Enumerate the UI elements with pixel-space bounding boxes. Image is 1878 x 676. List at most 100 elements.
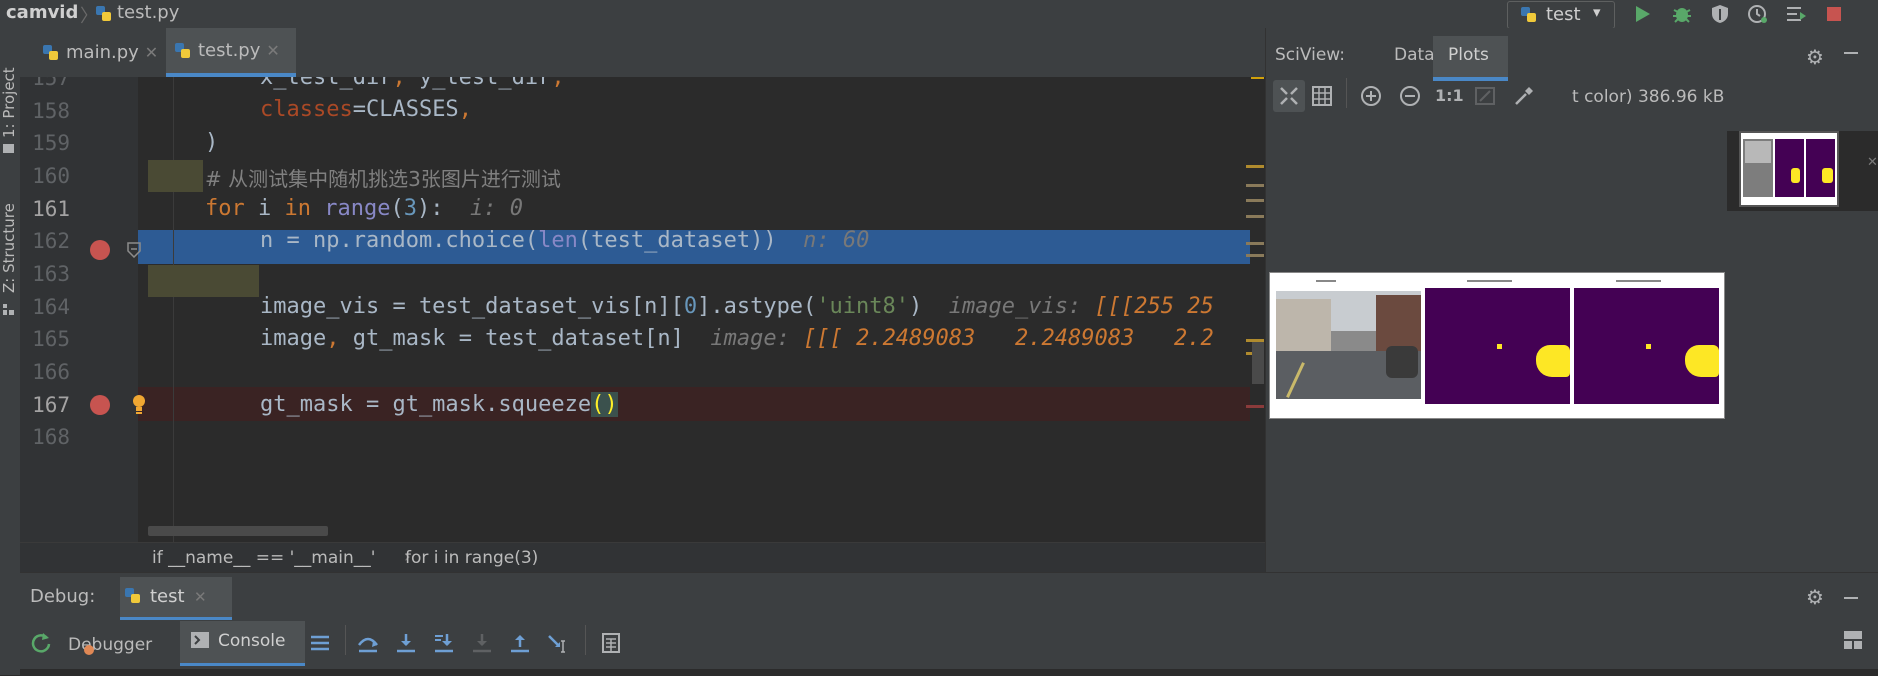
stop-icon[interactable] bbox=[1823, 3, 1847, 25]
line-number: 167 bbox=[32, 393, 70, 417]
tab-plots[interactable]: Plots bbox=[1433, 36, 1508, 81]
line-number: 157 bbox=[32, 77, 70, 90]
project-tool-tab[interactable]: 1: Project bbox=[0, 67, 18, 138]
fit-icon bbox=[1280, 87, 1298, 105]
close-icon[interactable]: ✕ bbox=[145, 43, 158, 62]
line-number: 158 bbox=[32, 99, 70, 123]
matched-brace: () bbox=[591, 392, 618, 417]
tab-debugger[interactable]: Debugger bbox=[68, 635, 152, 655]
line-number: 166 bbox=[32, 360, 70, 384]
profile-icon[interactable] bbox=[1746, 3, 1770, 25]
line-number: 165 bbox=[32, 327, 70, 351]
debug-session-tab[interactable]: test ✕ bbox=[120, 577, 232, 620]
threads-icon[interactable] bbox=[309, 633, 331, 657]
background-icon bbox=[1474, 85, 1496, 111]
run-icon[interactable] bbox=[1631, 3, 1655, 25]
minimize-icon[interactable] bbox=[1844, 597, 1858, 599]
run-with-coverage-icon[interactable] bbox=[1708, 3, 1732, 25]
run-configuration-label: test bbox=[1546, 4, 1581, 25]
console-icon bbox=[190, 631, 210, 653]
scope-marker bbox=[148, 265, 259, 297]
code-line-167: gt_mask = gt_mask.squeeze() bbox=[260, 392, 618, 417]
actual-size-button[interactable]: 1:1 bbox=[1435, 86, 1464, 105]
fold-icon[interactable] bbox=[127, 242, 141, 262]
lightbulb-icon[interactable] bbox=[131, 394, 147, 418]
line-number: 168 bbox=[32, 425, 70, 449]
horizontal-scrollbar[interactable] bbox=[148, 526, 328, 536]
force-step-into-icon bbox=[471, 633, 493, 657]
step-over-icon[interactable] bbox=[357, 633, 379, 657]
debug-icon[interactable] bbox=[1670, 3, 1694, 25]
tab-label: test.py bbox=[198, 40, 261, 61]
editor-tab-bar: main.py ✕ test.py ✕ bbox=[20, 28, 1265, 77]
structure-tool-tab[interactable]: Z: Structure bbox=[0, 203, 18, 293]
close-icon[interactable]: ✕ bbox=[266, 41, 279, 60]
tab-main-py[interactable]: main.py ✕ bbox=[34, 28, 174, 77]
error-stripe bbox=[1246, 77, 1265, 542]
python-file-icon bbox=[174, 42, 192, 60]
gear-icon[interactable]: ⚙ bbox=[1806, 585, 1824, 609]
python-file-icon bbox=[42, 44, 60, 62]
breakpoint-icon[interactable] bbox=[90, 240, 110, 260]
python-file-icon bbox=[95, 5, 113, 27]
line-number: 162 bbox=[32, 229, 70, 253]
run-configuration-select[interactable]: test ▾ bbox=[1507, 1, 1615, 29]
line-number: 163 bbox=[32, 262, 70, 286]
zoom-in-icon[interactable] bbox=[1360, 85, 1382, 111]
breadcrumb-item[interactable]: if __name__ == '__main__' bbox=[152, 548, 375, 568]
concurrency-diagram-icon[interactable] bbox=[1784, 3, 1808, 25]
step-out-icon[interactable] bbox=[509, 633, 531, 657]
tab-label: Plots bbox=[1448, 45, 1489, 65]
inline-debug-value: n: 60 bbox=[803, 228, 870, 253]
breakpoint-icon[interactable] bbox=[90, 395, 110, 415]
nav-project-crumb[interactable]: camvid bbox=[6, 2, 78, 23]
tab-console[interactable]: Console bbox=[180, 621, 305, 666]
predicted-mask bbox=[1574, 288, 1719, 404]
close-icon[interactable]: ✕ bbox=[1867, 155, 1878, 170]
plot-image[interactable] bbox=[1269, 272, 1725, 419]
line-number: 160 bbox=[32, 164, 70, 188]
breadcrumb-item[interactable]: for i in range(3) bbox=[405, 548, 538, 568]
layout-icon[interactable] bbox=[1842, 629, 1864, 655]
gear-icon[interactable]: ⚙ bbox=[1806, 45, 1824, 69]
code-line-162: n = np.random.choice(len(test_dataset)) … bbox=[260, 228, 870, 253]
code-line-164: image_vis = test_dataset_vis[n][0].astyp… bbox=[260, 294, 1214, 319]
code-line-160: # 从测试集中随机挑选3张图片进行测试 bbox=[205, 167, 561, 191]
toolbar-separator bbox=[585, 625, 586, 655]
debug-tool-window: Debug: test ✕ ⚙ Debugger Console bbox=[20, 572, 1878, 676]
sciview-panel: SciView: Data Plots ⚙ 1:1 t color) 386.9… bbox=[1265, 28, 1878, 572]
rerun-icon[interactable] bbox=[30, 631, 52, 657]
scope-marker bbox=[148, 160, 203, 192]
plot-thumbnail[interactable] bbox=[1739, 131, 1839, 207]
code-editor[interactable]: 157 158 159 160 161 162 163 164 165 166 … bbox=[20, 77, 1265, 542]
editor-gutter: 157 158 159 160 161 162 163 164 165 166 … bbox=[20, 77, 145, 542]
evaluate-expression-icon[interactable] bbox=[601, 633, 623, 657]
sciview-title: SciView: bbox=[1275, 45, 1346, 65]
inline-debug-label: image: bbox=[710, 326, 790, 351]
debugger-status-icon bbox=[84, 645, 94, 655]
tab-data[interactable]: Data bbox=[1394, 45, 1435, 65]
python-icon bbox=[124, 587, 142, 609]
step-into-my-code-icon[interactable] bbox=[433, 633, 455, 657]
step-into-icon[interactable] bbox=[395, 633, 417, 657]
tab-label: main.py bbox=[66, 42, 139, 63]
grid-icon[interactable] bbox=[1311, 85, 1333, 111]
session-label: test bbox=[150, 586, 185, 607]
plot-thumbnail-strip: ✕ bbox=[1727, 131, 1878, 211]
run-to-cursor-icon[interactable] bbox=[547, 633, 569, 657]
code-line-158: classes=CLASSES, bbox=[260, 97, 472, 122]
zoom-out-icon[interactable] bbox=[1399, 85, 1421, 111]
fit-to-window-button[interactable] bbox=[1273, 80, 1305, 112]
nav-file-crumb[interactable]: test.py bbox=[117, 2, 179, 23]
color-picker-icon[interactable] bbox=[1513, 85, 1535, 111]
python-icon bbox=[1520, 6, 1538, 28]
code-line-165: image, gt_mask = test_dataset[n] image: … bbox=[260, 326, 1214, 351]
image-info: t color) 386.96 kB bbox=[1572, 87, 1725, 107]
minimize-icon[interactable] bbox=[1844, 52, 1858, 54]
line-number: 161 bbox=[32, 197, 70, 221]
warning-indicator[interactable] bbox=[1251, 77, 1264, 79]
tab-test-py[interactable]: test.py ✕ bbox=[166, 28, 296, 77]
inline-debug-label: image_vis: bbox=[948, 294, 1082, 319]
close-icon[interactable]: ✕ bbox=[194, 588, 207, 606]
ground-truth-mask bbox=[1425, 288, 1570, 404]
